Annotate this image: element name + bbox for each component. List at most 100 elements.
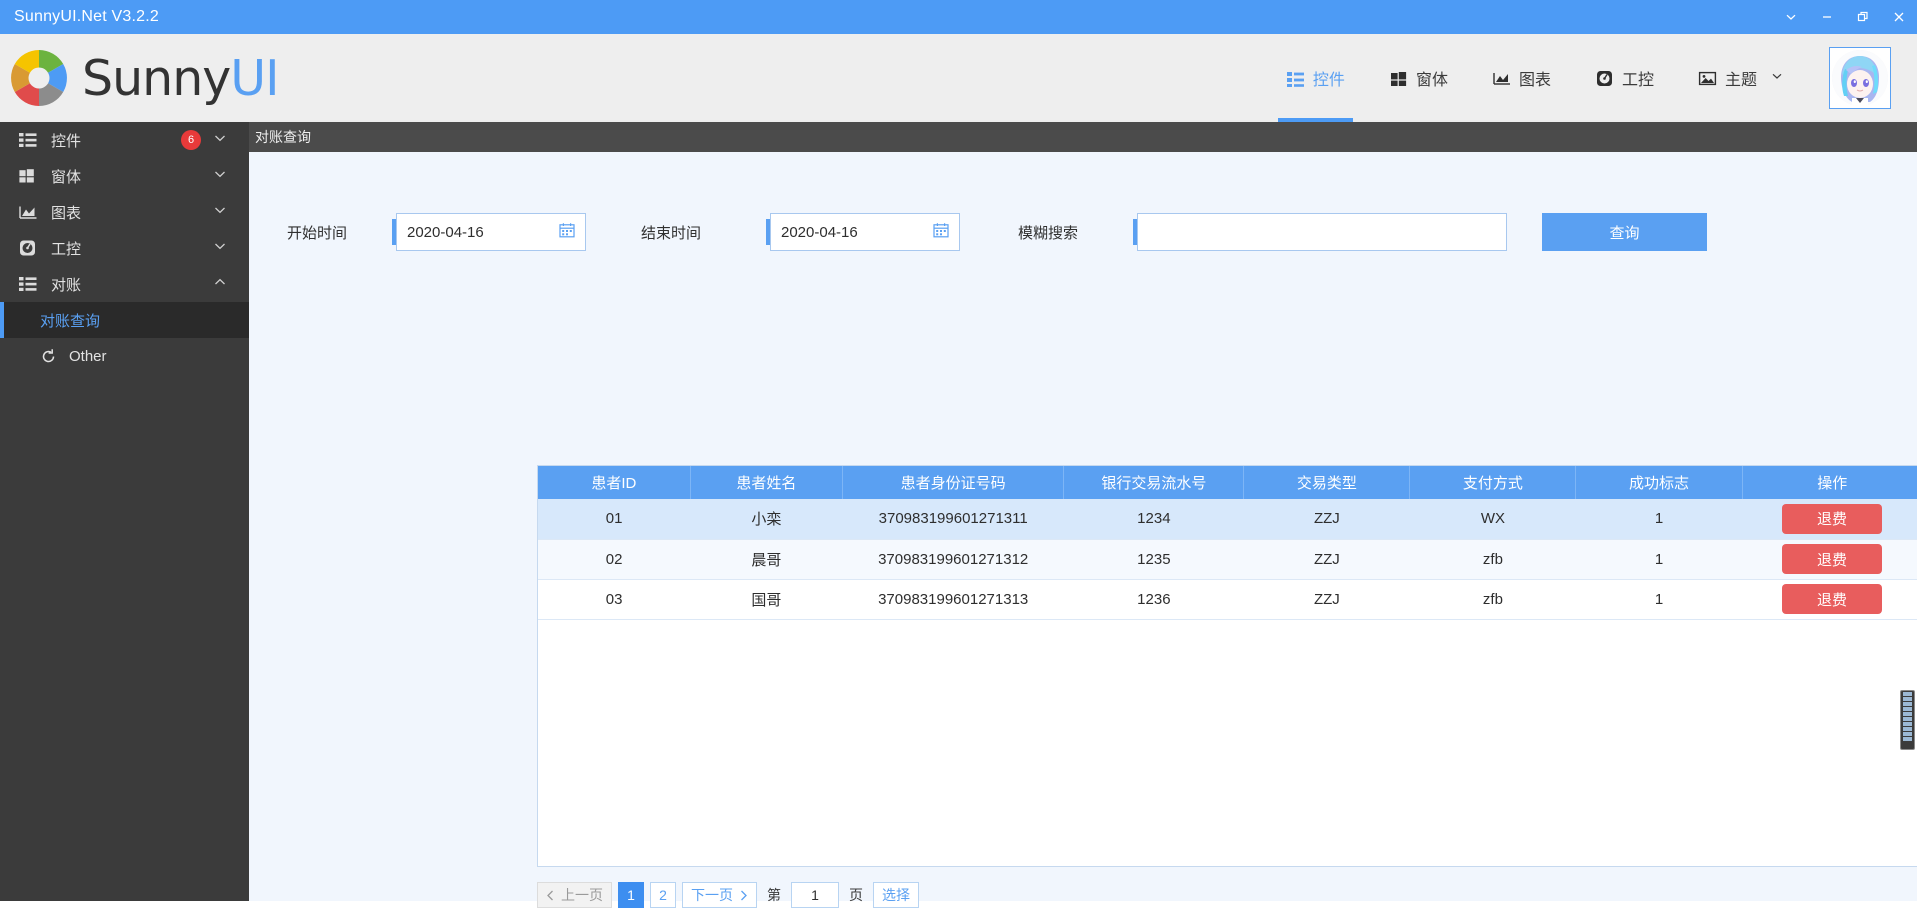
list-icon (19, 275, 37, 293)
minimize-icon[interactable] (1809, 0, 1845, 34)
sidebar-item-industrial[interactable]: 工控 (0, 230, 249, 266)
sidebar-subitem-label: 对账查询 (40, 312, 101, 330)
cell-bank-serial: 1236 (1063, 579, 1244, 620)
table-row[interactable]: 01 小栾 370983199601271311 1234 ZZJ WX 1 退… (538, 499, 1917, 540)
query-button[interactable]: 查询 (1542, 213, 1707, 251)
nav-item-label: 图表 (1518, 72, 1551, 89)
cell-trade-type: ZZJ (1243, 499, 1410, 540)
nav-item-label: 主题 (1724, 72, 1757, 89)
cell-id-card: 370983199601271311 (842, 499, 1064, 540)
nav-item-theme[interactable]: 主题 (1676, 34, 1805, 122)
nav-item-forms[interactable]: 窗体 (1367, 34, 1470, 122)
cell-bank-serial: 1234 (1063, 499, 1244, 540)
window-title: SunnyUI.Net V3.2.2 (14, 8, 160, 25)
nav-item-label: 控件 (1312, 72, 1345, 89)
calendar-icon[interactable] (933, 222, 949, 243)
nav-item-label: 工控 (1621, 72, 1654, 89)
chevron-up-icon (213, 275, 227, 293)
column-header-id-card[interactable]: 患者身份证号码 (842, 466, 1065, 499)
close-icon[interactable] (1881, 0, 1917, 34)
chevron-down-icon[interactable] (1773, 0, 1809, 34)
cell-id-card: 370983199601271313 (842, 579, 1064, 620)
select-button[interactable]: 选择 (873, 882, 919, 908)
column-header-bank-serial[interactable]: 银行交易流水号 (1063, 466, 1245, 499)
tab-reconciliation-query[interactable]: 对账查询 (255, 127, 311, 147)
window-controls (1773, 0, 1917, 34)
nav-item-controls[interactable]: 控件 (1264, 34, 1367, 122)
sidebar-subitem-reconciliation-query[interactable]: 对账查询 (0, 302, 249, 338)
sidebar-item-forms[interactable]: 窗体 (0, 158, 249, 194)
gauge-icon (1595, 69, 1614, 88)
table-row[interactable]: 02 晨哥 370983199601271312 1235 ZZJ zfb 1 … (538, 539, 1917, 580)
list-icon (1286, 69, 1305, 88)
chevron-down-icon (1771, 69, 1783, 87)
column-header-trade-type[interactable]: 交易类型 (1243, 466, 1411, 499)
chart-icon (19, 203, 37, 221)
column-header-operation[interactable]: 操作 (1742, 466, 1917, 499)
avatar[interactable] (1829, 47, 1891, 109)
cell-patient-id: 03 (538, 579, 691, 620)
goto-page-input[interactable]: 1 (791, 882, 839, 908)
column-header-payment-method[interactable]: 支付方式 (1409, 466, 1577, 499)
refund-button[interactable]: 退费 (1782, 544, 1883, 574)
cell-id-card: 370983199601271312 (842, 539, 1064, 580)
chevron-down-icon (213, 203, 227, 221)
cell-patient-name: 国哥 (690, 579, 843, 620)
prev-page-button[interactable]: 上一页 (537, 882, 612, 908)
scrollbar-thumb[interactable] (1900, 690, 1915, 750)
table-row[interactable]: 03 国哥 370983199601271313 1236 ZZJ zfb 1 … (538, 579, 1917, 620)
fuzzy-search-input[interactable] (1137, 213, 1507, 251)
column-header-patient-id[interactable]: 患者ID (538, 466, 691, 499)
title-bar: SunnyUI.Net V3.2.2 (0, 0, 1917, 34)
pie-chart-logo-icon (8, 47, 70, 109)
refund-button[interactable]: 退费 (1782, 503, 1883, 534)
tab-strip: 对账查询 (249, 122, 1917, 152)
brand-text-blue: UI (230, 49, 279, 107)
refund-button[interactable]: 退费 (1782, 584, 1883, 614)
status-badge: 6 (181, 130, 201, 150)
gauge-icon (19, 239, 37, 257)
sidebar-subitem-other[interactable]: Other (0, 338, 249, 374)
column-header-success-flag[interactable]: 成功标志 (1575, 466, 1743, 499)
pagination: 上一页 1 2 下一页 第 1 页 选择 (537, 882, 919, 908)
page-button-2[interactable]: 2 (650, 882, 676, 908)
sidebar-item-controls[interactable]: 控件 6 (0, 122, 249, 158)
cell-patient-name: 晨哥 (690, 539, 843, 580)
cell-patient-id: 02 (538, 539, 691, 580)
brand-text: SunnyUI (82, 49, 280, 107)
goto-prefix-label: 第 (767, 887, 781, 903)
restore-icon[interactable] (1845, 0, 1881, 34)
page-button-1[interactable]: 1 (618, 882, 644, 908)
nav-item-charts[interactable]: 图表 (1470, 34, 1573, 122)
cell-patient-name: 小栾 (690, 499, 843, 540)
brand-logo: SunnyUI (8, 47, 280, 109)
sidebar: 控件 6 窗体 图表 工控 对账 对账查询 Other (0, 122, 249, 901)
cell-success-flag: 1 (1575, 539, 1743, 580)
calendar-icon[interactable] (559, 222, 575, 243)
end-date-input[interactable]: 2020-04-16 (770, 213, 960, 251)
list-icon (19, 131, 37, 149)
filter-bar: 开始时间 2020-04-16 结束时间 2020-04-16 模糊搜索 查询 (287, 202, 1917, 262)
chevron-down-icon (213, 239, 227, 257)
reconciliation-table: 患者ID 患者姓名 患者身份证号码 银行交易流水号 交易类型 支付方式 成功标志… (538, 466, 1917, 620)
cell-bank-serial: 1235 (1063, 539, 1244, 580)
chevron-down-icon (213, 167, 227, 185)
nav-item-industrial[interactable]: 工控 (1573, 34, 1676, 122)
nav-item-label: 窗体 (1415, 72, 1448, 89)
sidebar-item-label: 对账 (51, 276, 82, 294)
image-icon (1698, 69, 1717, 88)
sidebar-item-reconciliation[interactable]: 对账 (0, 266, 249, 302)
table-body: 01 小栾 370983199601271311 1234 ZZJ WX 1 退… (538, 499, 1917, 620)
next-page-button[interactable]: 下一页 (682, 882, 757, 908)
start-time-label: 开始时间 (287, 224, 348, 242)
cell-operation: 退费 (1742, 499, 1917, 540)
refresh-icon (40, 348, 57, 365)
cell-operation: 退费 (1742, 579, 1917, 620)
sidebar-item-label: 控件 (51, 132, 82, 150)
cell-operation: 退费 (1742, 539, 1917, 580)
column-header-patient-name[interactable]: 患者姓名 (690, 466, 843, 499)
table-header-row: 患者ID 患者姓名 患者身份证号码 银行交易流水号 交易类型 支付方式 成功标志… (538, 466, 1917, 499)
start-date-input[interactable]: 2020-04-16 (396, 213, 586, 251)
sidebar-item-charts[interactable]: 图表 (0, 194, 249, 230)
windows-icon (1389, 69, 1408, 88)
